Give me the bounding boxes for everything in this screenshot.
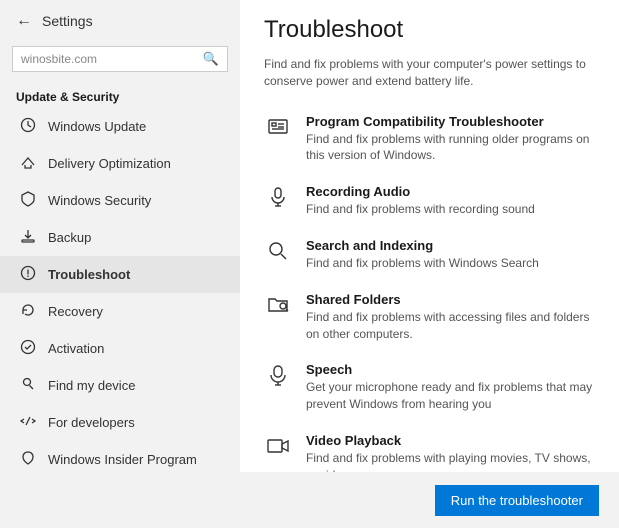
troubleshoot-item-shared-folders[interactable]: Shared Folders Find and fix problems wit…: [264, 282, 595, 353]
footer-bar: Run the troubleshooter: [240, 472, 619, 528]
sidebar-item-label: Windows Update: [48, 119, 146, 134]
troubleshoot-item-program-compatibility[interactable]: Program Compatibility Troubleshooter Fin…: [264, 104, 595, 175]
video-icon: [264, 435, 292, 457]
sidebar-item-label: Activation: [48, 341, 104, 356]
troubleshoot-icon: [20, 265, 36, 284]
item-desc: Get your microphone ready and fix proble…: [306, 379, 595, 413]
mic-icon: [264, 186, 292, 208]
sidebar-item-label: For developers: [48, 415, 135, 430]
sidebar-item-label: Windows Insider Program: [48, 452, 197, 467]
item-text: Recording Audio Find and fix problems wi…: [306, 184, 535, 218]
sidebar: ← Settings 🔍 Update & Security Windows U…: [0, 0, 240, 528]
troubleshoot-item-video-playback[interactable]: Video Playback Find and fix problems wit…: [264, 423, 595, 472]
find-icon: [20, 376, 36, 395]
dev-icon: [20, 413, 36, 432]
update-icon: [20, 117, 36, 136]
back-icon[interactable]: ←: [16, 12, 32, 30]
search-item-icon: [264, 240, 292, 262]
sidebar-item-label: Find my device: [48, 378, 135, 393]
folder-icon: [264, 294, 292, 316]
sidebar-item-windows-insider[interactable]: Windows Insider Program: [0, 441, 240, 478]
troubleshoot-item-recording-audio[interactable]: Recording Audio Find and fix problems wi…: [264, 174, 595, 228]
item-title: Recording Audio: [306, 184, 535, 199]
run-troubleshooter-button[interactable]: Run the troubleshooter: [435, 485, 599, 516]
item-desc: Find and fix problems with recording sou…: [306, 201, 535, 218]
search-input[interactable]: [21, 52, 197, 66]
item-desc: Find and fix problems with running older…: [306, 131, 595, 165]
sidebar-item-find-my-device[interactable]: Find my device: [0, 367, 240, 404]
speech-icon: [264, 364, 292, 386]
sidebar-item-delivery-optimization[interactable]: Delivery Optimization: [0, 145, 240, 182]
sidebar-item-label: Backup: [48, 230, 91, 245]
sidebar-app-title: Settings: [42, 13, 93, 29]
sidebar-item-label: Delivery Optimization: [48, 156, 171, 171]
item-title: Video Playback: [306, 433, 595, 448]
search-icon: 🔍: [203, 51, 219, 67]
sidebar-item-backup[interactable]: Backup: [0, 219, 240, 256]
item-title: Search and Indexing: [306, 238, 539, 253]
sidebar-item-label: Troubleshoot: [48, 267, 130, 282]
item-text: Video Playback Find and fix problems wit…: [306, 433, 595, 472]
insider-icon: [20, 450, 36, 469]
sidebar-header: ← Settings: [0, 0, 240, 42]
item-desc: Find and fix problems with accessing fil…: [306, 309, 595, 343]
item-title: Shared Folders: [306, 292, 595, 307]
item-desc: Find and fix problems with playing movie…: [306, 450, 595, 472]
sidebar-item-recovery[interactable]: Recovery: [0, 293, 240, 330]
main-panel: Troubleshoot Find and fix problems with …: [240, 0, 619, 528]
item-title: Speech: [306, 362, 595, 377]
section-label: Update & Security: [0, 82, 240, 108]
sidebar-item-label: Windows Security: [48, 193, 151, 208]
intro-text: Find and fix problems with your computer…: [264, 56, 595, 90]
recovery-icon: [20, 302, 36, 321]
item-text: Program Compatibility Troubleshooter Fin…: [306, 114, 595, 165]
item-text: Speech Get your microphone ready and fix…: [306, 362, 595, 413]
main-content: Troubleshoot Find and fix problems with …: [240, 0, 619, 472]
sidebar-item-troubleshoot[interactable]: Troubleshoot: [0, 256, 240, 293]
item-desc: Find and fix problems with Windows Searc…: [306, 255, 539, 272]
compat-icon: [264, 116, 292, 138]
sidebar-item-windows-security[interactable]: Windows Security: [0, 182, 240, 219]
sidebar-item-label: Recovery: [48, 304, 103, 319]
activation-icon: [20, 339, 36, 358]
page-title: Troubleshoot: [264, 16, 595, 44]
shield-icon: [20, 191, 36, 210]
sidebar-item-for-developers[interactable]: For developers: [0, 404, 240, 441]
sidebar-item-activation[interactable]: Activation: [0, 330, 240, 367]
item-title: Program Compatibility Troubleshooter: [306, 114, 595, 129]
backup-icon: [20, 228, 36, 247]
search-box[interactable]: 🔍: [12, 46, 228, 72]
troubleshoot-item-speech[interactable]: Speech Get your microphone ready and fix…: [264, 352, 595, 423]
sidebar-item-windows-update[interactable]: Windows Update: [0, 108, 240, 145]
item-text: Search and Indexing Find and fix problem…: [306, 238, 539, 272]
troubleshoot-item-search-indexing[interactable]: Search and Indexing Find and fix problem…: [264, 228, 595, 282]
delivery-icon: [20, 154, 36, 173]
item-text: Shared Folders Find and fix problems wit…: [306, 292, 595, 343]
